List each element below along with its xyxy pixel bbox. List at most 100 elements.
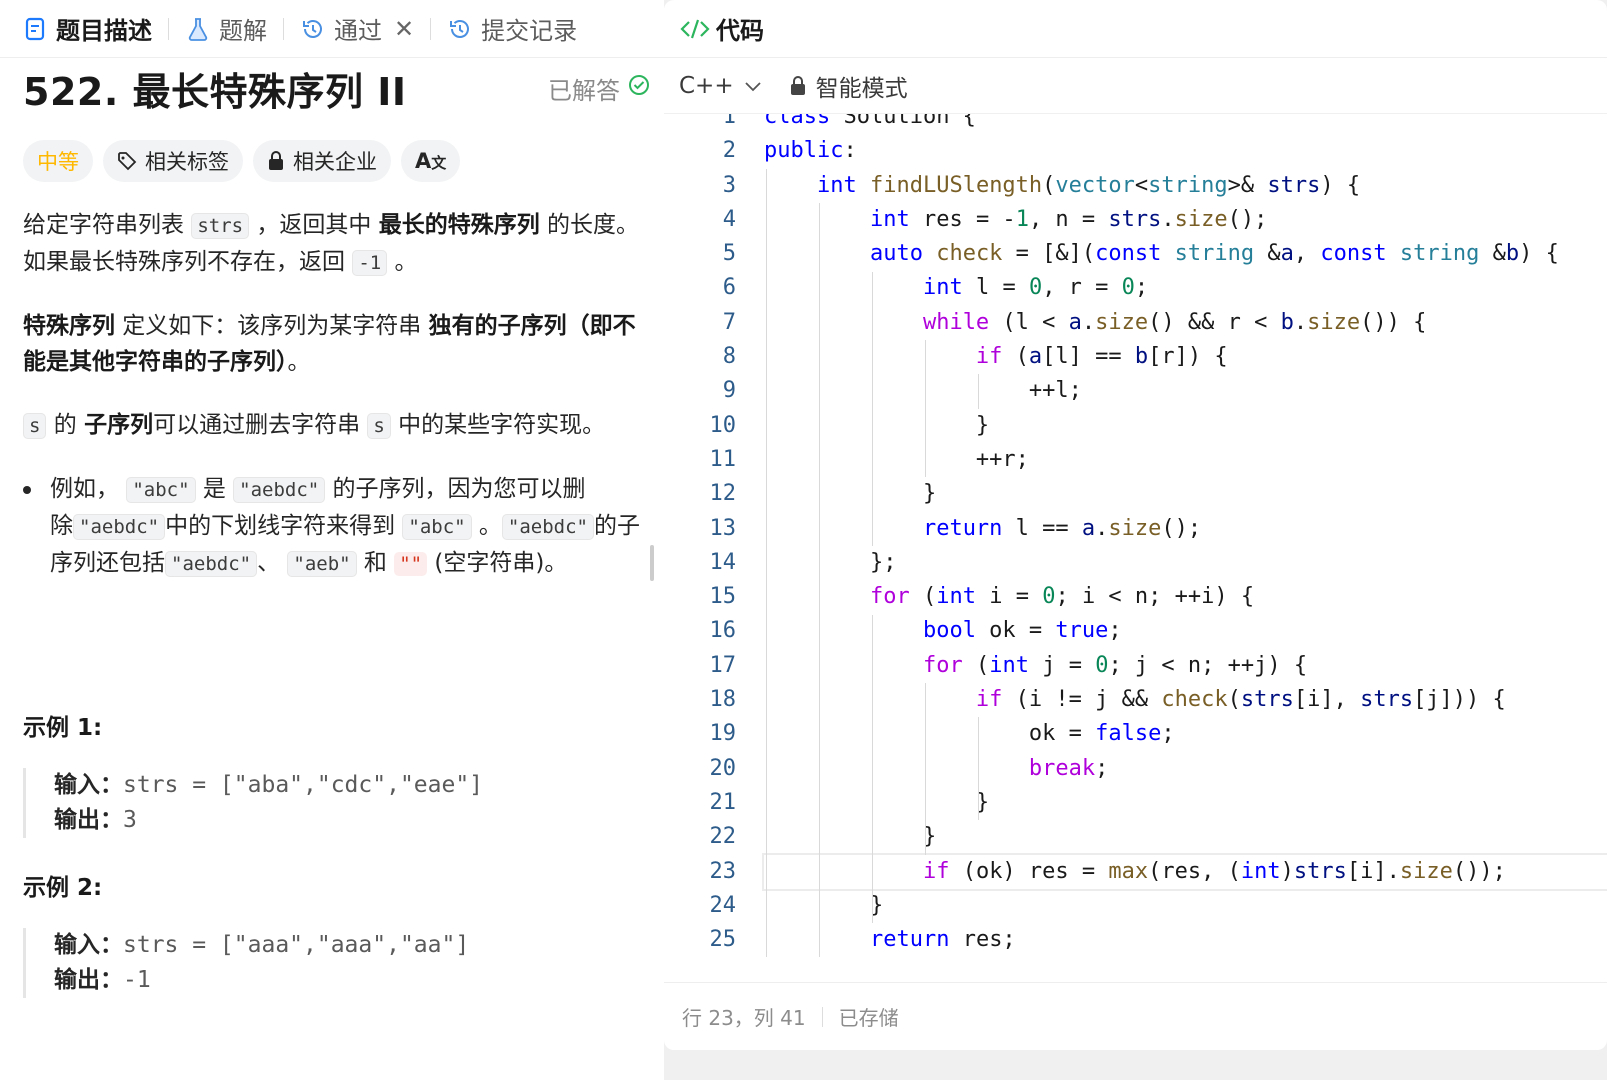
code-line[interactable]: public: — [764, 134, 1607, 168]
code-line[interactable]: }; — [764, 546, 1607, 580]
code-line[interactable]: for (int j = 0; j < n; ++j) { — [764, 649, 1607, 683]
text: 、 — [257, 550, 288, 576]
line-number: 22 — [709, 824, 737, 850]
translate-button[interactable]: A文 — [401, 140, 461, 182]
line-number: 9 — [722, 378, 736, 404]
bold-text: 最长的特殊序列 — [378, 212, 540, 238]
code-line[interactable]: while (l < a.size() && r < b.size()) { — [764, 306, 1607, 340]
related-companies-label: 相关企业 — [293, 150, 377, 174]
description-paragraph: 特殊序列 定义如下：该序列为某字符串 独有的子序列（即不能是其他字符串的子序列）… — [23, 308, 653, 380]
editor-toolbar: C++ 智能模式 — [664, 58, 1607, 114]
smart-mode-label: 智能模式 — [815, 75, 908, 102]
code-line[interactable]: } — [764, 889, 1607, 923]
code-line[interactable]: if (a[l] == b[r]) { — [764, 340, 1607, 374]
indent-guide — [872, 614, 873, 924]
chevron-down-icon — [744, 80, 762, 92]
line-number: 6 — [722, 275, 736, 301]
problem-title[interactable]: 522. 最长特殊序列 II — [23, 61, 407, 116]
inline-code: "aebdc" — [73, 514, 166, 540]
problem-title-row: 522. 最长特殊序列 II 已解答 — [23, 62, 650, 114]
code-line[interactable]: } — [764, 409, 1607, 443]
code-line[interactable]: if (ok) res = max(res, (int)strs[i].size… — [762, 852, 1607, 891]
example-2-box: 输入：strs = ["aaa","aaa","aa"] 输出：-1 — [23, 928, 643, 998]
code-line[interactable]: } — [764, 477, 1607, 511]
text: 中的某些字符实现。 — [390, 412, 606, 438]
panel-resize-handle[interactable] — [650, 545, 654, 581]
code-line[interactable]: bool ok = true; — [764, 614, 1607, 648]
line-number: 2 — [722, 138, 736, 164]
indent-guide — [872, 271, 873, 546]
code-line[interactable]: return l == a.size(); — [764, 512, 1607, 546]
tab-solutions-label: 题解 — [219, 17, 267, 45]
example-1-title: 示例 1: — [23, 715, 103, 741]
code-panel-title: 代码 — [716, 17, 764, 45]
code-line[interactable]: if (i != j && check(strs[i], strs[j])) { — [764, 683, 1607, 717]
line-number: 7 — [722, 309, 736, 335]
code-line[interactable]: } — [764, 820, 1607, 854]
code-line[interactable]: ok = false; — [764, 717, 1607, 751]
text: ，返回其中 — [249, 212, 379, 238]
tab-accepted[interactable]: 通过 ✕ — [296, 9, 418, 49]
text: 是 — [195, 476, 234, 502]
tab-description-label: 题目描述 — [56, 17, 152, 45]
text: (空字符串)。 — [427, 550, 568, 576]
code-line[interactable]: auto check = [&](const string &a, const … — [764, 237, 1607, 271]
line-number: 23 — [709, 858, 737, 884]
description-paragraph: 给定字符串列表 strs ，返回其中 最长的特殊序列 的长度。如果最长特殊序列不… — [23, 207, 653, 281]
line-number: 17 — [709, 652, 737, 678]
text: 。 — [387, 249, 418, 275]
list-item: 例如， "abc" 是 "aebdc" 的子序列，因为您可以删除 "aebdc" 中… — [23, 471, 653, 582]
tab-submissions[interactable]: 提交记录 — [443, 9, 581, 49]
code-line[interactable]: class Solution { — [764, 114, 1607, 134]
line-number: 8 — [722, 344, 736, 370]
lock-icon — [790, 75, 806, 96]
output-label: 输出： — [54, 967, 123, 993]
bold-text: 特殊序列 — [23, 313, 115, 339]
tab-solutions[interactable]: 题解 — [181, 9, 271, 49]
code-line[interactable]: } — [764, 786, 1607, 820]
code-line[interactable]: for (int i = 0; i < n; ++i) { — [764, 580, 1607, 614]
related-companies-button[interactable]: 相关企业 — [253, 140, 391, 182]
tab-description[interactable]: 题目描述 — [18, 9, 156, 49]
inline-code: "aebdc" — [165, 551, 258, 577]
check-circle-icon — [628, 74, 650, 102]
language-label: C++ — [679, 72, 734, 99]
code-line[interactable]: return res; — [764, 923, 1607, 957]
related-tags-button[interactable]: 相关标签 — [103, 140, 243, 182]
problem-panel: 题目描述 题解 通过 ✕ 提交记录 522. 最长特殊序列 II 已解答 中等 … — [0, 0, 664, 1080]
code-panel: 代码 C++ 智能模式 1 2 3 4 5 6 7 8 9 10 11 12 13 14 15 16 17 18 1… — [664, 0, 1607, 1050]
input-value: strs = ["aba","cdc","eae"] — [123, 772, 484, 798]
indent-guide — [925, 683, 926, 855]
code-lines[interactable]: class Solution {public: int findLUSlengt… — [762, 114, 1607, 957]
code-line[interactable]: break; — [764, 752, 1607, 786]
input-label: 输入： — [54, 772, 123, 798]
inline-code: s — [23, 413, 47, 439]
editor-status-bar: 行 23，列 41 已存储 — [664, 982, 1607, 1050]
line-number: 11 — [709, 446, 737, 472]
smart-mode-toggle[interactable]: 智能模式 — [790, 69, 908, 103]
example-1-box: 输入：strs = ["aba","cdc","eae"] 输出：3 — [23, 768, 643, 838]
example-input: 输入：strs = ["aba","cdc","eae"] — [54, 768, 643, 803]
cursor-position: 行 23，列 41 — [682, 1006, 806, 1030]
output-value: -1 — [123, 967, 151, 993]
code-editor[interactable]: 1 2 3 4 5 6 7 8 9 10 11 12 13 14 15 16 17 18 19 20 21 22 23 24 2… — [664, 114, 1607, 982]
code-line[interactable]: int l = 0, r = 0; — [764, 271, 1607, 305]
line-number: 13 — [709, 515, 737, 541]
inline-code: -1 — [352, 250, 388, 276]
line-number: 3 — [722, 172, 736, 198]
inline-code: "aebdc" — [233, 477, 326, 503]
line-number: 4 — [722, 206, 736, 232]
code-line[interactable]: int res = -1, n = strs.size(); — [764, 203, 1607, 237]
line-number: 20 — [709, 755, 737, 781]
indent-guide — [925, 340, 926, 478]
text: 例如， — [50, 476, 127, 502]
code-line[interactable]: int findLUSlength(vector<string>& strs) … — [764, 169, 1607, 203]
text: 。 — [287, 349, 311, 375]
text: 中的下划线字符来得到 — [165, 513, 403, 539]
problem-description: 给定字符串列表 strs ，返回其中 最长的特殊序列 的长度。如果最长特殊序列不… — [23, 207, 653, 582]
language-select[interactable]: C++ — [679, 73, 762, 99]
indent-guide — [819, 202, 820, 958]
close-icon[interactable]: ✕ — [394, 15, 414, 43]
code-line[interactable]: ++r; — [764, 443, 1607, 477]
code-line[interactable]: ++l; — [764, 374, 1607, 408]
